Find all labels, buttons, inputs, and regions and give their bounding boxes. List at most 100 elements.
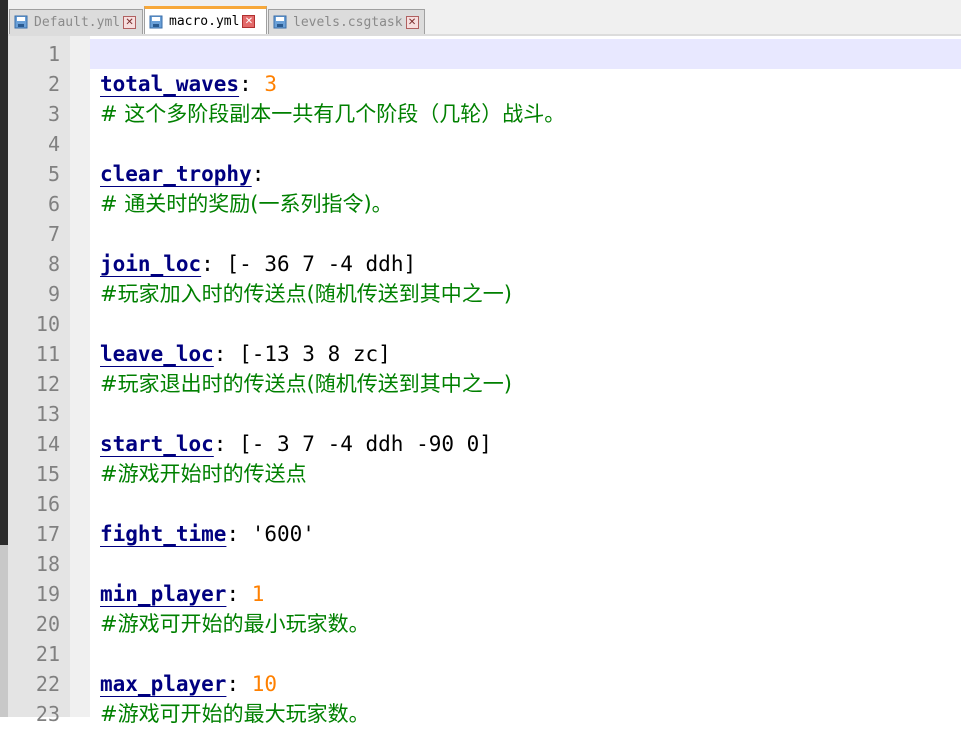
- line-content[interactable]: # 这个多阶段副本一共有几个阶段（几轮）战斗。: [100, 99, 565, 129]
- code-line: 22 max_player: 10: [8, 669, 961, 699]
- code-line: 12 #玩家退出时的传送点(随机传送到其中之一): [8, 369, 961, 399]
- tab-levels-csgtask[interactable]: levels.csgtask ✕: [268, 9, 425, 34]
- code-line: 5 clear_trophy:: [8, 159, 961, 189]
- line-content[interactable]: start_loc: [- 3 7 -4 ddh -90 0]: [100, 429, 492, 459]
- line-content[interactable]: leave_loc: [-13 3 8 zc]: [100, 339, 391, 369]
- yaml-key: leave_loc: [100, 342, 214, 366]
- code-line: 14 start_loc: [- 3 7 -4 ddh -90 0]: [8, 429, 961, 459]
- code-line: 18: [8, 549, 961, 579]
- yaml-comment: #玩家加入时的传送点(随机传送到其中之一): [100, 282, 512, 306]
- code-line: 15 #游戏开始时的传送点: [8, 459, 961, 489]
- line-number: 9: [47, 282, 60, 306]
- code-line: 13: [8, 399, 961, 429]
- code-line: 3 # 这个多阶段副本一共有几个阶段（几轮）战斗。: [8, 99, 961, 129]
- line-content[interactable]: min_player: 1: [100, 579, 264, 609]
- line-number: 17: [35, 522, 60, 546]
- line-content[interactable]: #游戏可开始的最小玩家数。: [100, 609, 370, 639]
- yaml-colon: :: [213, 432, 240, 456]
- yaml-value: [- 3 7 -4 ddh -90 0]: [239, 432, 492, 456]
- code-line: 8 join_loc: [- 36 7 -4 ddh]: [8, 249, 961, 279]
- yaml-key: min_player: [100, 582, 227, 606]
- yaml-colon: :: [201, 252, 227, 276]
- line-number: 18: [35, 552, 60, 576]
- line-number: 20: [35, 612, 60, 636]
- code-line: 19 min_player: 1: [8, 579, 961, 609]
- line-number: 1: [47, 42, 60, 66]
- line-number: 6: [47, 192, 60, 216]
- yaml-key: fight_time: [100, 522, 227, 546]
- code-line: 2 total_waves: 3: [8, 69, 961, 99]
- line-number: 8: [47, 252, 60, 276]
- line-content[interactable]: #玩家加入时的传送点(随机传送到其中之一): [100, 279, 512, 309]
- background-window-edge: [0, 0, 8, 717]
- yaml-key: total_waves: [100, 72, 240, 96]
- line-content[interactable]: fight_time: '600': [100, 519, 315, 549]
- line-number: 23: [35, 702, 60, 726]
- yaml-comment: #游戏可开始的最小玩家数。: [100, 612, 370, 636]
- line-number: 16: [35, 492, 60, 516]
- yaml-colon: :: [226, 522, 252, 546]
- yaml-comment: #游戏可开始的最大玩家数。: [100, 702, 370, 726]
- line-content[interactable]: max_player: 10: [100, 669, 277, 699]
- yaml-colon: :: [226, 672, 252, 696]
- line-content[interactable]: #玩家退出时的传送点(随机传送到其中之一): [100, 369, 512, 399]
- tab-default-yml[interactable]: Default.yml ✕: [9, 9, 143, 34]
- line-number: 10: [35, 312, 60, 336]
- save-disk-icon: [149, 15, 163, 28]
- line-number: 15: [35, 462, 60, 486]
- line-number: 22: [35, 672, 60, 696]
- code-line: 11 leave_loc: [-13 3 8 zc]: [8, 339, 961, 369]
- code-line: 10: [8, 309, 961, 339]
- code-line: 23 #游戏可开始的最大玩家数。: [8, 699, 961, 729]
- code-line: 6 # 通关时的奖励(一系列指令)。: [8, 189, 961, 219]
- line-number: 13: [35, 402, 60, 426]
- line-number: 14: [35, 432, 60, 456]
- yaml-colon: :: [251, 162, 265, 186]
- code-editor[interactable]: 1 2 total_waves: 3 3 # 这个多阶段副本一共有几个阶段（几轮…: [8, 36, 961, 726]
- yaml-value: [- 36 7 -4 ddh]: [226, 252, 417, 276]
- line-content[interactable]: # 通关时的奖励(一系列指令)。: [100, 189, 393, 219]
- line-content[interactable]: #游戏开始时的传送点: [100, 459, 307, 489]
- code-line: 16: [8, 489, 961, 519]
- yaml-value: [-13 3 8 zc]: [239, 342, 391, 366]
- line-number: 3: [47, 102, 60, 126]
- yaml-value: 3: [264, 72, 278, 96]
- line-number: 19: [35, 582, 60, 606]
- code-line: 7: [8, 219, 961, 249]
- yaml-key: clear_trophy: [100, 162, 252, 186]
- line-content[interactable]: #游戏可开始的最大玩家数。: [100, 699, 370, 729]
- line-content[interactable]: clear_trophy:: [100, 159, 264, 189]
- tab-macro-yml[interactable]: macro.yml ✕: [144, 6, 267, 34]
- yaml-colon: :: [226, 582, 252, 606]
- line-number: 7: [47, 222, 60, 246]
- yaml-comment: #玩家退出时的传送点(随机传送到其中之一): [100, 372, 512, 396]
- line-number: 4: [47, 132, 60, 156]
- tab-label: Default.yml: [34, 14, 121, 30]
- code-line: 9 #玩家加入时的传送点(随机传送到其中之一): [8, 279, 961, 309]
- line-number: 21: [35, 642, 60, 666]
- yaml-comment: # 这个多阶段副本一共有几个阶段（几轮）战斗。: [100, 102, 566, 126]
- line-number: 5: [47, 162, 60, 186]
- yaml-value: 10: [251, 672, 278, 696]
- close-tab-icon[interactable]: ✕: [405, 15, 419, 29]
- code-line: 21: [8, 639, 961, 669]
- line-content[interactable]: total_waves: 3: [100, 69, 277, 99]
- tab-label: macro.yml: [169, 14, 240, 29]
- save-disk-icon: [273, 15, 287, 29]
- yaml-comment: # 通关时的奖励(一系列指令)。: [100, 192, 393, 216]
- line-number: 11: [35, 342, 60, 366]
- close-tab-icon[interactable]: ✕: [123, 15, 137, 29]
- line-content[interactable]: join_loc: [- 36 7 -4 ddh]: [100, 249, 416, 279]
- yaml-value: 1: [251, 582, 265, 606]
- yaml-comment: #游戏开始时的传送点: [100, 462, 307, 486]
- close-tab-icon[interactable]: ✕: [242, 15, 256, 28]
- tab-bar: Default.yml ✕ macro.yml ✕ levels.csgtask…: [8, 0, 961, 37]
- yaml-key: max_player: [100, 672, 227, 696]
- line-number: 2: [47, 72, 60, 96]
- tab-label: levels.csgtask: [293, 14, 403, 30]
- yaml-key: start_loc: [100, 432, 214, 456]
- yaml-colon: :: [239, 72, 265, 96]
- code-line: 20 #游戏可开始的最小玩家数。: [8, 609, 961, 639]
- code-line: 4: [8, 129, 961, 159]
- line-number: 12: [35, 372, 60, 396]
